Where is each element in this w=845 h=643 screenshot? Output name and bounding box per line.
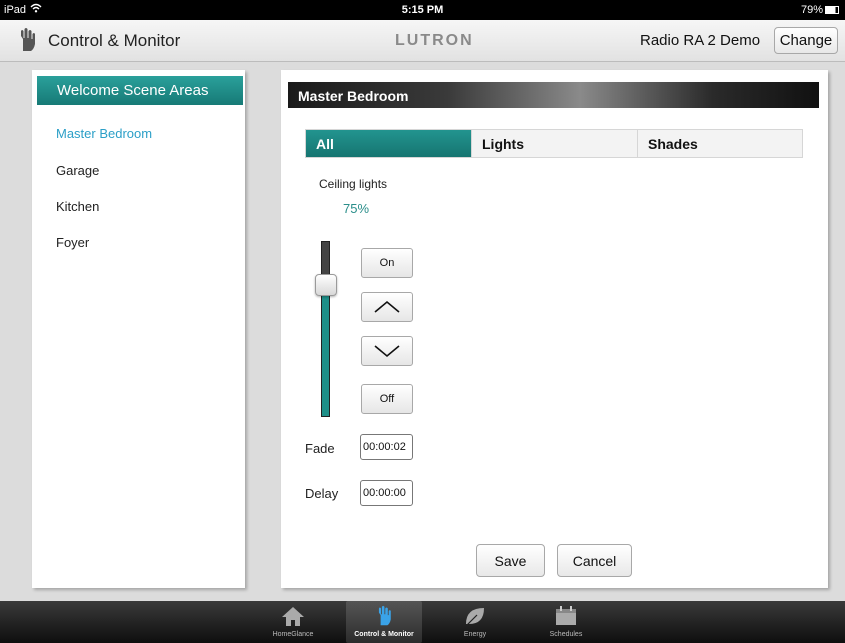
bottom-tab-bar: HomeGlance Control & Monitor Energy Sche… bbox=[0, 601, 845, 643]
zone-level: 75% bbox=[343, 201, 370, 216]
tab-shades[interactable]: Shades bbox=[637, 130, 802, 157]
battery-icon bbox=[825, 6, 839, 14]
home-icon bbox=[281, 605, 305, 627]
system-name: Radio RA 2 Demo bbox=[640, 32, 761, 49]
hand-icon bbox=[372, 605, 396, 627]
lower-button[interactable] bbox=[361, 336, 413, 366]
tab-all[interactable]: All bbox=[306, 130, 471, 157]
tabbar-label: Schedules bbox=[549, 631, 583, 638]
delay-label: Delay bbox=[305, 486, 339, 501]
areas-sidebar: Welcome Scene Areas Master Bedroom Garag… bbox=[32, 70, 245, 588]
tabbar-item-homeglance[interactable]: HomeGlance bbox=[255, 601, 331, 643]
sidebar-item-master-bedroom[interactable]: Master Bedroom bbox=[56, 126, 152, 141]
sidebar-item-foyer[interactable]: Foyer bbox=[56, 235, 89, 250]
calendar-icon bbox=[554, 605, 578, 627]
page-title: Control & Monitor bbox=[48, 31, 181, 50]
hand-icon bbox=[15, 27, 39, 53]
dimmer-slider-track[interactable] bbox=[321, 241, 330, 417]
sidebar-header: Welcome Scene Areas bbox=[37, 76, 243, 105]
tabbar-item-control-monitor[interactable]: Control & Monitor bbox=[346, 601, 422, 643]
delay-time-input[interactable] bbox=[360, 480, 413, 506]
top-bar: Control & Monitor LUTRON Radio RA 2 Demo… bbox=[0, 20, 845, 62]
sidebar-item-garage[interactable]: Garage bbox=[56, 163, 99, 178]
save-button[interactable]: Save bbox=[476, 544, 545, 577]
raise-button[interactable] bbox=[361, 292, 413, 322]
tabbar-label: HomeGlance bbox=[272, 631, 314, 638]
battery-indicator: 79% bbox=[801, 4, 839, 16]
sidebar-item-kitchen[interactable]: Kitchen bbox=[56, 199, 99, 214]
zone-name: Ceiling lights bbox=[319, 177, 388, 191]
chevron-up-icon bbox=[374, 300, 400, 313]
dimmer-slider-fill bbox=[322, 284, 329, 416]
chevron-down-icon bbox=[374, 345, 400, 358]
fade-label: Fade bbox=[305, 441, 335, 456]
clock: 5:15 PM bbox=[401, 4, 444, 16]
brand-logo: LUTRON bbox=[395, 32, 474, 49]
area-panel: Master Bedroom All Lights Shades Ceiling… bbox=[281, 70, 828, 588]
off-button[interactable]: Off bbox=[361, 384, 413, 414]
tabbar-label: Control & Monitor bbox=[354, 631, 414, 638]
battery-percent: 79% bbox=[800, 4, 823, 16]
cancel-button[interactable]: Cancel bbox=[557, 544, 632, 577]
tabbar-label: Energy bbox=[463, 631, 487, 638]
change-system-button[interactable]: Change bbox=[774, 27, 838, 54]
leaf-icon bbox=[463, 605, 487, 627]
filter-tabs: All Lights Shades bbox=[305, 129, 803, 158]
fade-time-input[interactable] bbox=[360, 434, 413, 460]
status-bar: iPad 5:15 PM 79% bbox=[0, 0, 845, 20]
on-button[interactable]: On bbox=[361, 248, 413, 278]
dimmer-slider-handle[interactable] bbox=[315, 274, 337, 296]
tabbar-item-energy[interactable]: Energy bbox=[437, 601, 513, 643]
tabbar-item-schedules[interactable]: Schedules bbox=[528, 601, 604, 643]
area-title: Master Bedroom bbox=[288, 82, 819, 108]
tab-lights[interactable]: Lights bbox=[471, 130, 637, 157]
